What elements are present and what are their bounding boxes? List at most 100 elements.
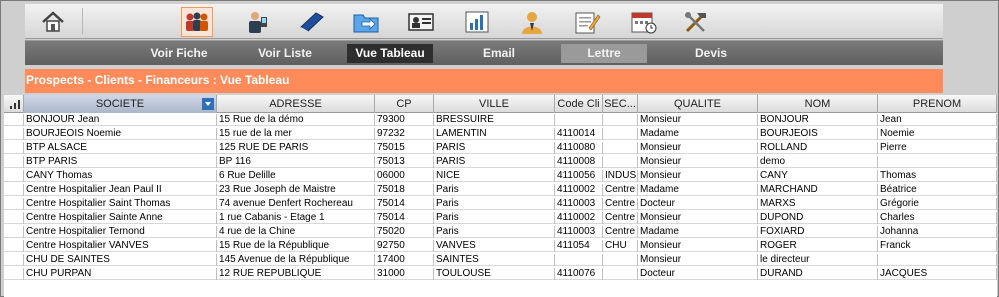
table-row[interactable]: CHU DE SAINTES 145 Avenue de la Républiqu…	[4, 254, 997, 266]
cell-cp[interactable]: 17400	[375, 254, 434, 266]
cell-code-cli[interactable]	[555, 114, 603, 126]
cell-nom[interactable]: le directeur	[758, 254, 878, 266]
cell-nom[interactable]: FOXIARD	[758, 226, 878, 238]
cell-adresse[interactable]: 125 RUE DE PARIS	[217, 142, 375, 154]
row-selector[interactable]	[4, 254, 24, 266]
cell-adresse[interactable]: BP 116	[217, 156, 375, 168]
cell-adresse[interactable]: 15 Rue de la démo	[217, 114, 375, 126]
id-card-icon[interactable]	[405, 7, 437, 37]
column-header-cp[interactable]: CP	[375, 95, 434, 113]
cell-ville[interactable]: Paris	[434, 184, 555, 196]
menu-email[interactable]: Email	[463, 44, 535, 63]
contacts-group-icon[interactable]	[181, 7, 213, 37]
cell-code-cli[interactable]: 4110003	[555, 226, 603, 238]
table-row[interactable]: Centre Hospitalier VANVES 15 Rue de la Ré…	[4, 240, 997, 252]
cell-cp[interactable]: 06000	[375, 170, 434, 182]
row-selector[interactable]	[4, 212, 24, 224]
cell-code-cli[interactable]: 4110008	[555, 156, 603, 168]
cell-cp[interactable]: 75018	[375, 184, 434, 196]
row-selector[interactable]	[4, 240, 24, 252]
cell-cp[interactable]: 92750	[375, 240, 434, 252]
cell-prenom[interactable]: Noemie	[878, 128, 997, 140]
cell-prenom[interactable]: JACQUES	[878, 268, 997, 280]
menu-lettre[interactable]: Lettre	[561, 44, 647, 63]
cell-ville[interactable]: PARIS	[434, 156, 555, 168]
cell-societe[interactable]: CHU PURPAN	[24, 268, 217, 280]
cell-adresse[interactable]: 12 RUE REPUBLIQUE	[217, 268, 375, 280]
cell-prenom[interactable]: Franck	[878, 240, 997, 252]
cell-prenom[interactable]: Charles	[878, 212, 997, 224]
cell-qualite[interactable]: Docteur	[638, 268, 758, 280]
cell-ville[interactable]: Paris	[434, 212, 555, 224]
cell-societe[interactable]: CANY Thomas	[24, 170, 217, 182]
sort-dropdown-icon[interactable]	[202, 98, 214, 110]
column-header-societe[interactable]: SOCIETE	[24, 95, 217, 113]
cell-adresse[interactable]: 23 Rue Joseph de Maistre	[217, 184, 375, 196]
cell-cp[interactable]: 75014	[375, 198, 434, 210]
cell-cp[interactable]: 75015	[375, 142, 434, 154]
cell-prenom[interactable]: Pierre	[878, 142, 997, 154]
cell-nom[interactable]: demo	[758, 156, 878, 168]
notepad-pencil-icon[interactable]	[571, 7, 603, 37]
row-selector[interactable]	[4, 128, 24, 140]
cell-prenom[interactable]	[878, 254, 997, 266]
cell-nom[interactable]: DUPOND	[758, 212, 878, 224]
row-selector[interactable]	[4, 184, 24, 196]
cell-adresse[interactable]: 15 rue de la mer	[217, 128, 375, 140]
cell-societe[interactable]: Centre Hospitalier VANVES	[24, 240, 217, 252]
menu-voir-liste[interactable]: Voir Liste	[243, 44, 327, 63]
cell-qualite[interactable]: Docteur	[638, 198, 758, 210]
cell-nom[interactable]: MARXS	[758, 198, 878, 210]
cell-nom[interactable]: CANY	[758, 170, 878, 182]
salesperson-icon[interactable]	[241, 7, 273, 37]
cell-qualite[interactable]: Madame	[638, 184, 758, 196]
cell-qualite[interactable]: Monsieur	[638, 254, 758, 266]
cell-qualite[interactable]: Monsieur	[638, 156, 758, 168]
cell-ville[interactable]: PARIS	[434, 142, 555, 154]
cell-prenom[interactable]: Jean	[878, 114, 997, 126]
column-settings-button[interactable]	[4, 95, 24, 113]
cell-adresse[interactable]: 6 Rue Delille	[217, 170, 375, 182]
cell-ville[interactable]: SAINTES	[434, 254, 555, 266]
cell-ville[interactable]: TOULOUSE	[434, 268, 555, 280]
column-header-code-cli[interactable]: Code Cli	[555, 95, 603, 113]
column-header-prenom[interactable]: PRENOM	[878, 95, 997, 113]
cell-qualite[interactable]: Monsieur	[638, 212, 758, 224]
cell-ville[interactable]: VANVES	[434, 240, 555, 252]
user-profile-icon[interactable]	[516, 7, 548, 37]
table-row[interactable]: CANY Thomas 6 Rue Delille 06000 NICE 4110056…	[4, 170, 997, 182]
cell-prenom[interactable]: Grégorie	[878, 198, 997, 210]
cell-qualite[interactable]: Monsieur	[638, 240, 758, 252]
cell-societe[interactable]: BOURJEOIS Noemie	[24, 128, 217, 140]
cell-code-cli[interactable]: 4110002	[555, 184, 603, 196]
cell-secteur[interactable]: INDUS	[603, 170, 638, 182]
cell-nom[interactable]: DURAND	[758, 268, 878, 280]
tools-icon[interactable]	[680, 7, 712, 37]
cell-societe[interactable]: BTP ALSACE	[24, 142, 217, 154]
cell-ville[interactable]: LAMENTIN	[434, 128, 555, 140]
cell-secteur[interactable]: Centre	[603, 184, 638, 196]
cell-code-cli[interactable]: 4110014	[555, 128, 603, 140]
cell-code-cli[interactable]: 4110056	[555, 170, 603, 182]
row-selector[interactable]	[4, 142, 24, 154]
cell-adresse[interactable]: 74 avenue Denfert Rochereau	[217, 198, 375, 210]
cell-qualite[interactable]: Monsieur	[638, 170, 758, 182]
cell-secteur[interactable]	[603, 128, 638, 140]
cell-ville[interactable]: Paris	[434, 226, 555, 238]
cell-societe[interactable]: CHU DE SAINTES	[24, 254, 217, 266]
cell-secteur[interactable]	[603, 142, 638, 154]
cell-secteur[interactable]	[603, 156, 638, 168]
cell-societe[interactable]: Centre Hospitalier Sainte Anne	[24, 212, 217, 224]
cell-qualite[interactable]: Madame	[638, 226, 758, 238]
cell-cp[interactable]: 79300	[375, 114, 434, 126]
cell-cp[interactable]: 75020	[375, 226, 434, 238]
cell-societe[interactable]: BTP PARIS	[24, 156, 217, 168]
cell-secteur[interactable]: CHU	[603, 240, 638, 252]
cell-adresse[interactable]: 4 rue de la Chine	[217, 226, 375, 238]
table-row[interactable]: BONJOUR Jean 15 Rue de la démo 79300 BRESSU…	[4, 114, 997, 126]
cell-secteur[interactable]: Centre	[603, 226, 638, 238]
row-selector[interactable]	[4, 156, 24, 168]
cell-nom[interactable]: ROGER	[758, 240, 878, 252]
column-header-nom[interactable]: NOM	[758, 95, 878, 113]
calendar-icon[interactable]	[627, 7, 659, 37]
